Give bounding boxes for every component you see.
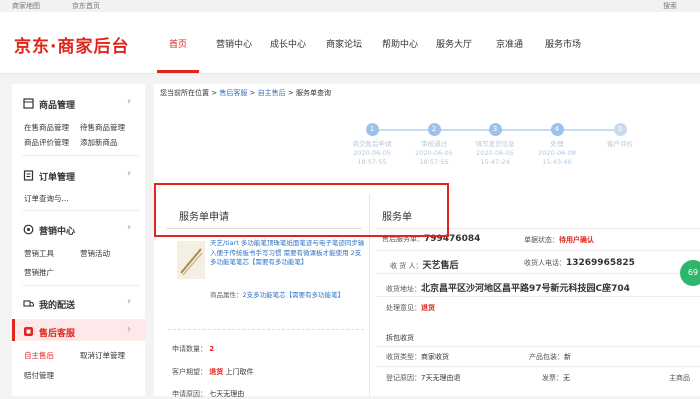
- breadcrumb: 您当前所在位置 > 售后客服 > 自主售后 > 服务单查询: [160, 89, 331, 97]
- nav-jzt[interactable]: 京准通: [496, 37, 523, 50]
- breadcrumb-current: 服务单查询: [295, 89, 331, 97]
- receiver-field: 收 货 人：天艺售后: [390, 261, 459, 271]
- sidebar-item-onsale[interactable]: 在售商品管理: [24, 122, 69, 133]
- status-field: 单据状态：待用户确认: [524, 236, 594, 244]
- sidebar-section-title: 售后客服: [39, 329, 76, 339]
- apply-qty-row: 申请数量： 2: [172, 345, 215, 353]
- nav-forum[interactable]: 商家论坛: [326, 37, 362, 50]
- sidebar-item-marketing-tools[interactable]: 营销工具: [24, 248, 54, 259]
- nav-active-indicator: [157, 70, 199, 73]
- sidebar-item-compensation[interactable]: 赔付管理: [24, 370, 54, 381]
- sidebar-item-marketing-activities[interactable]: 营销活动: [80, 248, 110, 259]
- row-divider: [376, 346, 700, 347]
- address-field: 收货地址：北京昌平区沙河地区昌平路97号新元科技园C座704: [386, 284, 630, 294]
- apply-reason-row: 申请原因： 七天无理由: [172, 390, 245, 398]
- unpack-section-label: 拆包收货: [386, 334, 414, 342]
- sidebar-item-self-aftersale[interactable]: 自主售后: [24, 350, 54, 361]
- phone-field: 收货人电话：13269965825: [524, 258, 635, 268]
- opinion-field: 处理意见：退货: [386, 304, 435, 312]
- highlight-box: [154, 183, 449, 237]
- nav-help[interactable]: 帮助中心: [382, 37, 418, 50]
- goods-icon: [23, 98, 34, 109]
- sidebar-item-order-query[interactable]: 订单查询与...: [24, 193, 69, 204]
- marketing-icon: [23, 224, 34, 235]
- sidebar-section-title: 商品管理: [39, 101, 76, 111]
- sidebar-section-title: 我的配送: [39, 301, 76, 311]
- top-bar: 商家地图 京东首页 搜索: [0, 0, 700, 12]
- nav-service-hall[interactable]: 服务大厅: [436, 37, 472, 50]
- register-reason-field: 登记原因：7天无理由退: [386, 374, 461, 382]
- merchant-map-link[interactable]: 商家地图: [12, 1, 40, 11]
- row-divider: [376, 366, 700, 367]
- sidebar-section-title: 营销中心: [39, 227, 76, 237]
- product-title-link[interactable]: 天艺/tiart 多功能笔顶珠笔纸面笔迹与电子笔迹同步输入便于传统板书手写习惯 …: [210, 239, 366, 268]
- status-badge: 待用户确认: [559, 236, 594, 244]
- row-divider: [376, 250, 700, 251]
- sidebar-section-goods[interactable]: 商品管理 ›: [12, 91, 145, 113]
- chevron-right-icon: ›: [127, 222, 131, 233]
- nav-growth[interactable]: 成长中心: [270, 37, 306, 50]
- sidebar: 商品管理 › 在售商品管理 待售商品管理 商品评价管理 添加新商品 订单管理 ›…: [12, 84, 145, 396]
- product-thumbnail[interactable]: [177, 241, 205, 279]
- breadcrumb-self-aftersale-link[interactable]: 自主售后: [258, 89, 286, 97]
- logo: 京东·商家后台: [14, 37, 130, 57]
- delivery-icon: [23, 300, 34, 307]
- invoice-field: 发票：无: [542, 374, 570, 382]
- progress-step-1: 1 商交售后申请 2020-06-05 18:57:55: [352, 123, 392, 166]
- customer-expect-row: 客户期望： 退货 上门取件: [172, 368, 254, 376]
- product-attributes: 商品属性：2支多功能笔芯【需要有多功能笔】: [210, 291, 345, 299]
- divider: [22, 285, 140, 286]
- row-divider: [376, 273, 700, 274]
- sidebar-item-reviews[interactable]: 商品评价管理: [24, 137, 69, 148]
- chevron-right-icon: ›: [127, 324, 131, 335]
- sidebar-section-marketing[interactable]: 营销中心 ›: [12, 217, 145, 239]
- top-search-link[interactable]: 搜索: [663, 1, 677, 11]
- sidebar-item-pending[interactable]: 待售商品管理: [80, 122, 125, 133]
- sidebar-item-add-goods[interactable]: 添加新商品: [80, 137, 118, 148]
- progress-step-4: 4 处理 2020-06-08 15:43:40: [538, 123, 576, 166]
- sidebar-section-delivery[interactable]: 我的配送 ›: [12, 291, 145, 313]
- sidebar-section-orders[interactable]: 订单管理 ›: [12, 163, 145, 185]
- sidebar-section-aftersale-header[interactable]: 售后客服 ›: [12, 319, 145, 341]
- progress-step-3: 3 填写发货信息 2020-06-05 15:47:24: [475, 123, 515, 166]
- header: 京东·商家后台 首页 营销中心 成长中心 商家论坛 帮助中心 服务大厅 京准通 …: [0, 12, 700, 74]
- divider: [22, 210, 140, 211]
- main-goods-label: 主商品: [669, 374, 690, 382]
- sidebar-item-cancel-orders[interactable]: 取消订单管理: [80, 350, 125, 361]
- divider: [168, 329, 364, 330]
- orders-icon: [23, 170, 34, 181]
- sidebar-section-title: 订单管理: [39, 173, 76, 183]
- row-divider: [376, 296, 700, 297]
- breadcrumb-aftersale-link[interactable]: 售后客服: [219, 89, 247, 97]
- product-attr-value: 2支多功能笔芯【需要有多功能笔】: [242, 291, 345, 299]
- receive-type-field: 收货类型：商家收货: [386, 353, 449, 361]
- progress-step-2: 2 审核通过 2020-06-05 18:57:55: [415, 123, 453, 166]
- divider: [22, 155, 140, 156]
- nav-marketing[interactable]: 营销中心: [216, 37, 252, 50]
- progress-step-5: 5 客户评价: [607, 123, 633, 148]
- nav-service-market[interactable]: 服务市场: [545, 37, 581, 50]
- pen-image-icon: [180, 248, 203, 276]
- breadcrumb-prefix: 您当前所在位置: [160, 89, 209, 97]
- jd-home-link[interactable]: 京东首页: [72, 1, 100, 11]
- package-field: 产品包装：新: [529, 353, 571, 361]
- main-content: 您当前所在位置 > 售后客服 > 自主售后 > 服务单查询 1 商交售后申请 2…: [154, 84, 700, 398]
- aftersale-icon: [24, 327, 33, 336]
- chevron-right-icon: ›: [127, 96, 131, 107]
- sidebar-item-promotion[interactable]: 营销推广: [24, 267, 54, 278]
- nav-home[interactable]: 首页: [169, 37, 187, 50]
- score-badge[interactable]: 69: [680, 260, 700, 286]
- chevron-right-icon: ›: [127, 168, 131, 179]
- chevron-right-icon: ›: [127, 296, 131, 307]
